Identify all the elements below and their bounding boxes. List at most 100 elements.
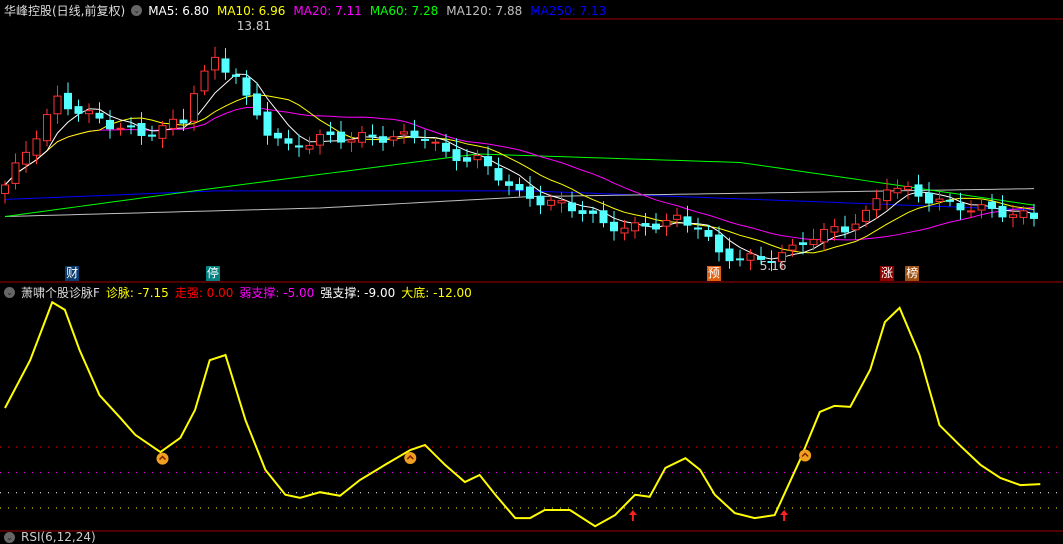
candle-body xyxy=(379,136,387,143)
candle-body xyxy=(967,210,975,213)
candle-body xyxy=(589,210,597,214)
candle-body xyxy=(137,123,146,136)
ma-value: MA5: 6.80 xyxy=(148,3,209,18)
candle-body xyxy=(1030,212,1038,219)
event-badge[interactable]: 榜 xyxy=(905,266,920,281)
low-price-label: 5.16 xyxy=(760,259,787,273)
candle-body xyxy=(64,92,72,110)
indicator-name: 萧啸个股诊脉F xyxy=(21,286,100,300)
ma-values: MA5: 6.80 MA10: 6.96 MA20: 7.11 MA60: 7.28 M… xyxy=(148,4,606,18)
candle-body xyxy=(652,223,660,230)
candle-body xyxy=(505,181,513,186)
candle-body xyxy=(473,154,482,161)
candle-body xyxy=(452,149,461,162)
candle-body xyxy=(431,141,440,144)
ma-value: MA250: 7.13 xyxy=(530,3,607,18)
event-badge[interactable]: 预 xyxy=(706,266,721,281)
candle-body xyxy=(22,151,30,165)
candle-body xyxy=(631,222,639,232)
candle-body xyxy=(862,209,870,222)
up-arrow-icon xyxy=(628,510,637,521)
candle-body xyxy=(851,223,860,231)
candle-body xyxy=(904,186,912,190)
event-badge[interactable]: 涨 xyxy=(880,266,895,281)
candle-body xyxy=(148,134,156,137)
candle-body xyxy=(179,119,188,124)
candle-body xyxy=(946,199,954,202)
ma-value: MA60: 7.28 xyxy=(369,3,439,18)
candle-body xyxy=(158,125,167,139)
candle-body xyxy=(326,131,335,136)
candle-body xyxy=(1009,214,1017,218)
candle-body xyxy=(421,138,429,141)
candle-body xyxy=(935,198,944,203)
candle-body xyxy=(263,111,272,136)
indicator-value: 走强: 0.00 xyxy=(174,286,234,300)
candle-body xyxy=(1019,210,1028,218)
candle-body xyxy=(347,139,356,143)
candle-body xyxy=(956,203,965,211)
candle-body xyxy=(715,234,723,253)
candle-body xyxy=(221,58,230,73)
candle-body xyxy=(641,223,650,227)
kline-chart[interactable]: 13.81 5.16 xyxy=(0,0,1063,537)
candle-body xyxy=(106,119,114,130)
buy-signal-icon xyxy=(404,452,417,465)
candle-body xyxy=(673,214,681,220)
candle-body xyxy=(683,216,692,226)
candle-body xyxy=(211,56,219,71)
stock-title: 华峰控股(日线,前复权) xyxy=(4,4,126,18)
candle-body xyxy=(704,230,713,237)
candle-body xyxy=(295,145,303,148)
candle-body xyxy=(494,168,503,181)
candle-body xyxy=(914,184,923,197)
candle-body xyxy=(284,138,293,144)
candle-body xyxy=(274,132,282,139)
candle-body xyxy=(526,186,534,199)
candle-body xyxy=(925,192,933,204)
candle-body xyxy=(127,125,135,128)
indicator-value: 诊脉: -7.15 xyxy=(105,286,169,300)
candle-body xyxy=(694,227,702,230)
main-legend: 华峰控股(日线,前复权) ⌄ MA5: 6.80 MA10: 6.96 MA20: … xyxy=(4,2,606,19)
candle-body xyxy=(305,145,314,150)
candle-body xyxy=(200,70,209,92)
candle-body xyxy=(662,219,671,227)
candle-body xyxy=(368,134,377,137)
event-badge[interactable]: 财 xyxy=(65,266,80,281)
candle-body xyxy=(578,210,587,214)
candle-body xyxy=(809,238,818,246)
candle-body xyxy=(389,136,398,141)
candle-body xyxy=(599,210,608,224)
candle-body xyxy=(190,93,198,122)
candle-body xyxy=(400,131,408,135)
indicator-value: 弱支撑: -5.00 xyxy=(239,286,315,300)
candle-body xyxy=(893,187,902,194)
event-badge[interactable]: 停 xyxy=(205,266,220,281)
chevron-down-icon[interactable]: ⌄ xyxy=(131,5,143,16)
candle-body xyxy=(736,258,744,261)
ma10-line xyxy=(4,94,1035,254)
candle-body xyxy=(358,132,366,143)
candle-body xyxy=(746,253,755,261)
candle-body xyxy=(85,110,93,115)
candle-body xyxy=(1,184,9,194)
candle-body xyxy=(568,202,576,212)
candle-body xyxy=(610,221,618,232)
candle-body xyxy=(830,226,839,233)
candle-body xyxy=(620,227,629,234)
candle-body xyxy=(998,205,1007,218)
up-arrow-icon xyxy=(780,510,789,521)
candle-body xyxy=(74,106,83,114)
buy-signal-icon xyxy=(799,449,812,462)
ma-value: MA20: 7.11 xyxy=(293,3,362,18)
candle-body xyxy=(95,112,104,119)
chevron-down-icon[interactable]: ⌄ xyxy=(4,287,15,298)
candle-body xyxy=(116,127,125,130)
candle-body xyxy=(410,130,419,139)
buy-signal-icon xyxy=(156,452,169,465)
candle-body xyxy=(169,118,177,129)
chevron-down-icon[interactable]: ⌄ xyxy=(4,531,15,543)
candle-body xyxy=(253,93,261,116)
candle-body xyxy=(725,248,734,262)
